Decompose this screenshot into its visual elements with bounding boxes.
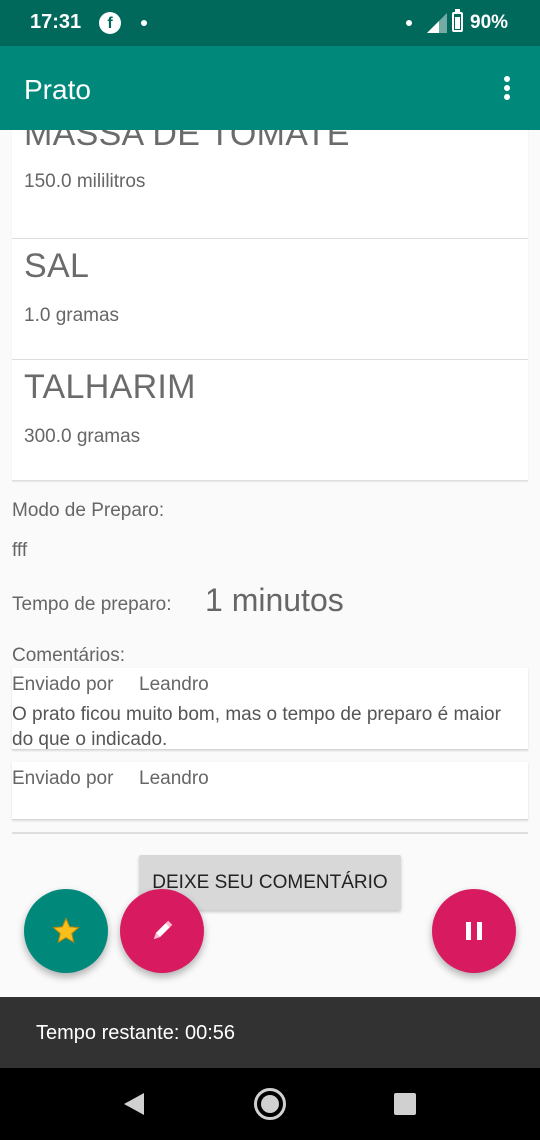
preparation-label: Modo de Preparo:	[12, 500, 165, 521]
comment-sender-label: Enviado por	[12, 674, 114, 695]
comment-item: Enviado por Leandro O prato ficou muito …	[12, 668, 528, 750]
star-icon	[52, 917, 80, 944]
page-title: Prato	[24, 74, 91, 105]
signal-icon	[427, 13, 447, 33]
system-nav-bar	[0, 1068, 540, 1140]
snackbar-text: Tempo restante: 00:56	[36, 1022, 236, 1044]
comment-item: Enviado por Leandro	[12, 762, 528, 820]
pause-timer-button[interactable]	[432, 889, 516, 973]
ingredient-name: SAL	[24, 247, 90, 285]
ingredient-card: TALHARIM 300.0 gramas	[12, 360, 528, 481]
ingredient-name: TALHARIM	[24, 368, 196, 406]
comment-sender-name: Leandro	[139, 674, 209, 695]
ingredient-quantity: 150.0 mililitros	[24, 171, 146, 192]
app-bar: Prato	[0, 46, 540, 130]
favorite-button[interactable]	[24, 889, 108, 973]
comment-text: O prato ficou muito bom, mas o tempo de …	[12, 704, 501, 750]
ingredient-card: MASSA DE TOMATE 150.0 mililitros	[12, 130, 528, 239]
battery-icon	[452, 12, 463, 32]
notification-dot-icon	[141, 20, 147, 26]
ingredient-quantity: 300.0 gramas	[24, 426, 141, 447]
back-icon[interactable]	[122, 1092, 146, 1116]
facebook-icon: f	[99, 12, 121, 34]
snackbar: Tempo restante: 00:56	[0, 997, 540, 1068]
edit-button[interactable]	[120, 889, 204, 973]
prep-time-label: Tempo de preparo:	[12, 594, 172, 615]
comment-sender-label: Enviado por	[12, 768, 114, 789]
pencil-icon	[153, 920, 173, 940]
comment-sender-name: Leandro	[139, 768, 209, 789]
pause-icon	[466, 922, 482, 940]
recent-apps-icon[interactable]	[394, 1093, 416, 1115]
notification-dot-icon	[406, 20, 412, 26]
status-bar: 17:31 f 90%	[0, 0, 540, 46]
battery-percent: 90%	[470, 12, 509, 33]
overflow-menu-icon[interactable]	[500, 76, 514, 102]
recipe-content[interactable]: MASSA DE TOMATE 150.0 mililitros SAL 1.0…	[0, 130, 540, 997]
preparation-text: fff	[12, 540, 28, 561]
home-icon[interactable]	[254, 1088, 286, 1120]
ingredient-name: MASSA DE TOMATE	[24, 130, 350, 153]
comments-label: Comentários:	[12, 645, 125, 666]
ingredient-quantity: 1.0 gramas	[24, 305, 120, 326]
prep-time-value: 1 minutos	[205, 582, 344, 618]
ingredient-card: SAL 1.0 gramas	[12, 239, 528, 360]
status-time: 17:31	[30, 11, 82, 33]
divider	[12, 832, 528, 834]
